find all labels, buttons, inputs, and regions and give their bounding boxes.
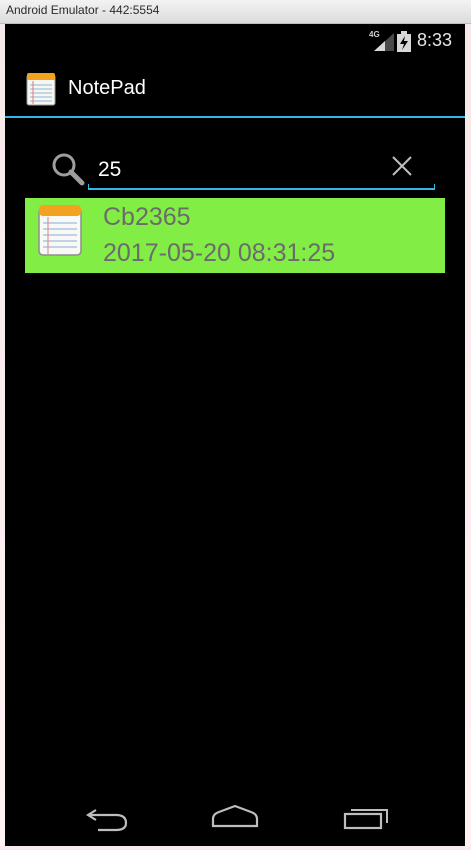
notepad-app-icon xyxy=(26,73,56,106)
device-screen: 4G 8:33 NotePad 25 Cb2365 2017-05-20 08:… xyxy=(5,24,465,846)
home-icon[interactable] xyxy=(205,798,265,838)
clear-search-icon[interactable] xyxy=(390,154,414,178)
note-title: Cb2365 xyxy=(103,203,191,231)
action-bar-divider xyxy=(5,116,465,118)
recent-apps-icon[interactable] xyxy=(337,798,397,838)
back-icon[interactable] xyxy=(76,798,136,838)
search-icon xyxy=(52,153,85,186)
status-clock: 8:33 xyxy=(417,30,453,50)
search-input[interactable] xyxy=(88,154,398,186)
note-list-item[interactable]: Cb2365 2017-05-20 08:31:25 xyxy=(25,198,445,273)
search-underline xyxy=(88,184,435,190)
signal-icon xyxy=(374,33,394,51)
window-frame-bottom xyxy=(0,846,471,850)
window-title: Android Emulator - 442:5554 xyxy=(6,3,160,17)
note-date: 2017-05-20 08:31:25 xyxy=(103,239,336,267)
window-titlebar: Android Emulator - 442:5554 xyxy=(0,0,471,24)
navigation-bar xyxy=(5,790,465,846)
status-bar: 4G 8:33 xyxy=(5,24,465,58)
notepad-icon xyxy=(38,205,82,256)
battery-icon xyxy=(397,31,411,52)
app-title: NotePad xyxy=(68,77,146,99)
window-frame-right xyxy=(465,24,471,850)
action-bar: NotePad xyxy=(5,58,465,116)
